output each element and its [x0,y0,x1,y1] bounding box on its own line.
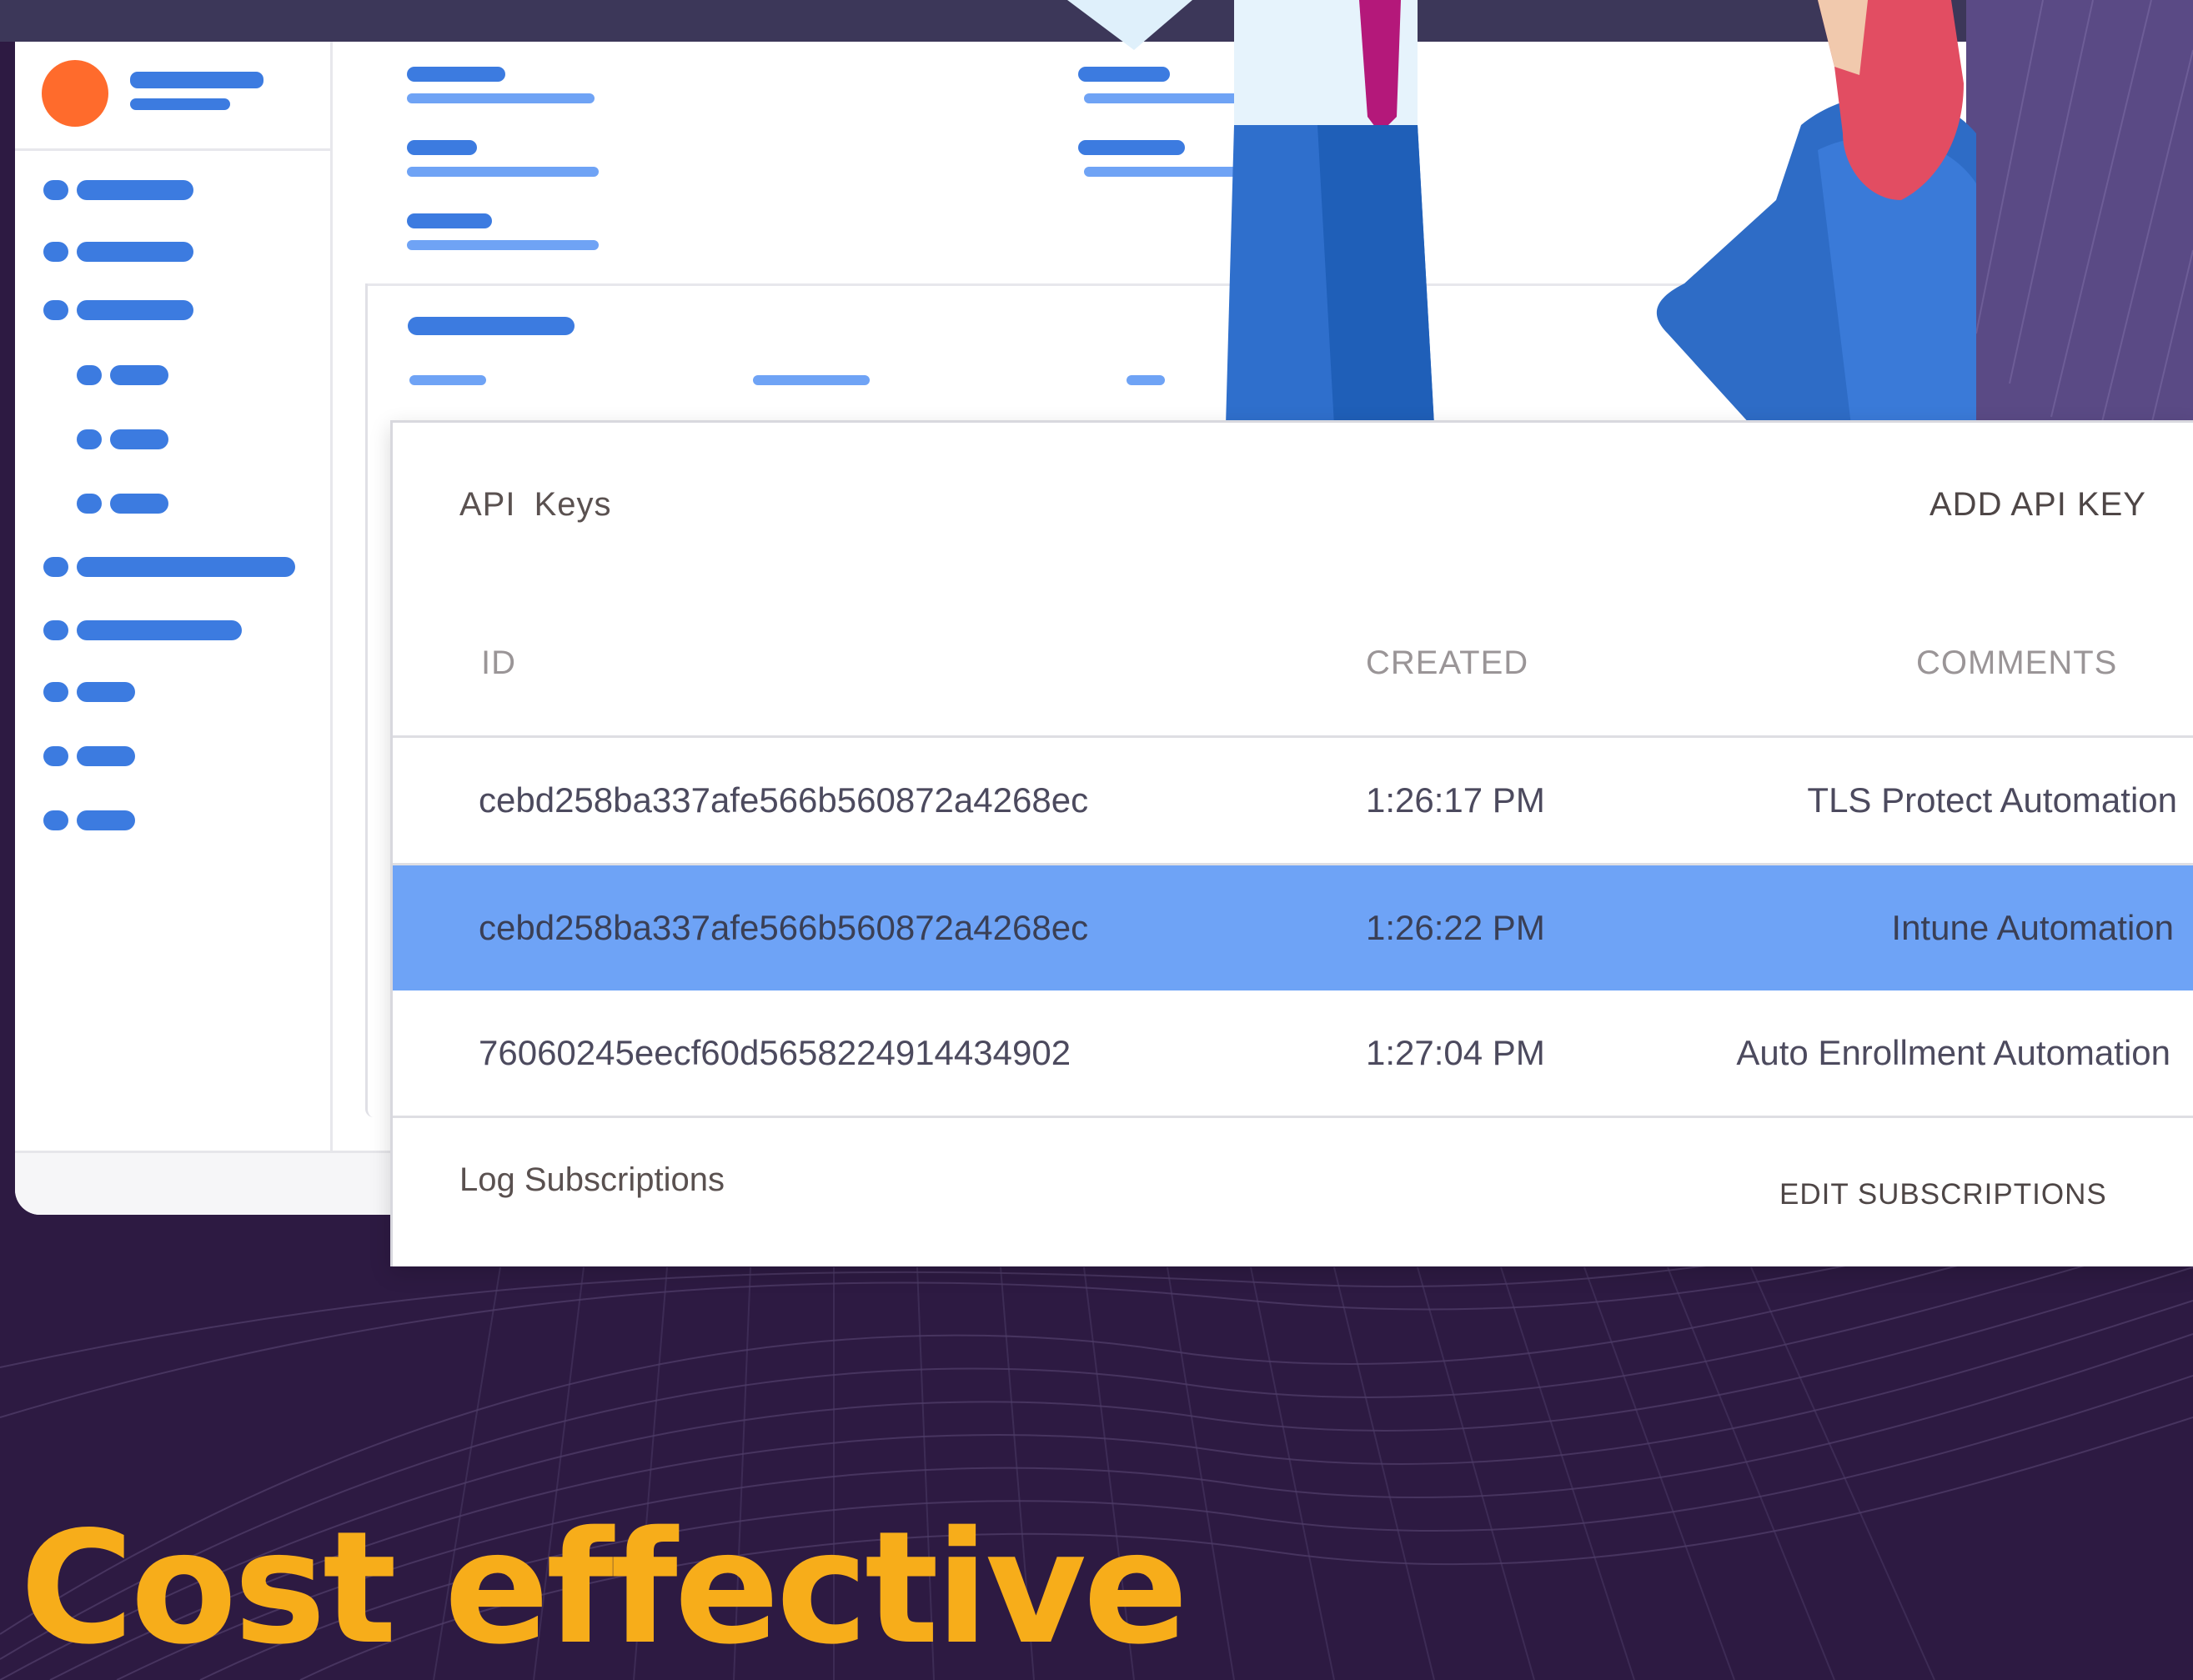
table-row-selected[interactable]: cebd258ba337afe566b560872a4268ec 1:26:22… [393,865,2193,990]
sidebar-subitem[interactable] [110,429,168,449]
sidebar-item[interactable] [77,300,193,320]
column-header-id[interactable]: ID [481,644,516,682]
sidebar-bullet-icon [43,242,68,262]
api-key-comment: TLS Protect Automation [1807,780,2177,820]
dashboard-sidebar [15,42,333,1151]
sidebar-item[interactable] [77,810,135,830]
avatar-icon[interactable] [42,60,108,127]
api-key-id: cebd258ba337afe566b560872a4268ec [479,908,1089,947]
sidebar-bullet-icon [43,180,68,200]
summary-label-placeholder [407,140,477,155]
detail-column-placeholder [409,375,486,385]
detail-heading-placeholder [408,317,575,335]
sidebar-bullet-icon [77,429,102,449]
api-keys-card: API Keys ADD API KEY ID CREATED COMMENTS… [390,420,2193,1266]
sidebar-bullet-icon [77,365,102,385]
api-key-id: cebd258ba337afe566b560872a4268ec [479,780,1089,820]
headline: Cost effective [20,1497,1188,1678]
api-keys-title: API Keys [459,486,612,523]
sidebar-item[interactable] [77,242,193,262]
summary-label-placeholder [407,213,492,228]
api-key-id: 76060245eecf60d5658224914434902 [479,1033,1071,1072]
sidebar-item[interactable] [77,746,135,766]
summary-value-placeholder [407,167,599,177]
profile-role-placeholder [130,98,230,110]
people-illustration [1067,0,2193,425]
api-key-created: 1:26:17 PM [1366,780,1545,820]
edit-subscriptions-button[interactable]: EDIT SUBSCRIPTIONS [1779,1178,2107,1211]
profile-name-placeholder [130,72,263,88]
api-key-comment: Auto Enrollment Automation [1736,1033,2170,1072]
sidebar-bullet-icon [43,557,68,577]
api-key-created: 1:26:22 PM [1366,908,1545,947]
add-api-key-button[interactable]: ADD API KEY [1930,486,2146,524]
sidebar-bullet-icon [43,746,68,766]
summary-value-placeholder [407,93,595,103]
sidebar-bullet-icon [43,620,68,640]
sidebar-bullet-icon [43,300,68,320]
row-divider [393,1116,2193,1118]
summary-label-placeholder [407,67,505,82]
sidebar-item[interactable] [77,682,135,702]
woman-figure [1656,0,1976,425]
sidebar-bullet-icon [43,810,68,830]
summary-value-placeholder [407,240,599,250]
api-key-comment: Intune Automation [1891,908,2174,947]
sidebar-subitem[interactable] [110,365,168,385]
man-figure [1067,0,1434,425]
detail-column-placeholder [753,375,870,385]
table-row[interactable]: 76060245eecf60d5658224914434902 1:27:04 … [393,990,2193,1118]
sidebar-item[interactable] [77,180,193,200]
log-subscriptions-title: Log Subscriptions [459,1161,725,1198]
sidebar-subitem[interactable] [110,494,168,514]
column-header-created[interactable]: CREATED [1366,644,1528,682]
sidebar-bullet-icon [77,494,102,514]
table-row[interactable]: cebd258ba337afe566b560872a4268ec 1:26:17… [393,738,2193,865]
sidebar-item[interactable] [77,557,295,577]
api-key-created: 1:27:04 PM [1366,1033,1545,1072]
sidebar-profile-header [15,42,330,151]
sidebar-item[interactable] [77,620,242,640]
sidebar-bullet-icon [43,682,68,702]
column-header-comments[interactable]: COMMENTS [1916,644,2117,682]
